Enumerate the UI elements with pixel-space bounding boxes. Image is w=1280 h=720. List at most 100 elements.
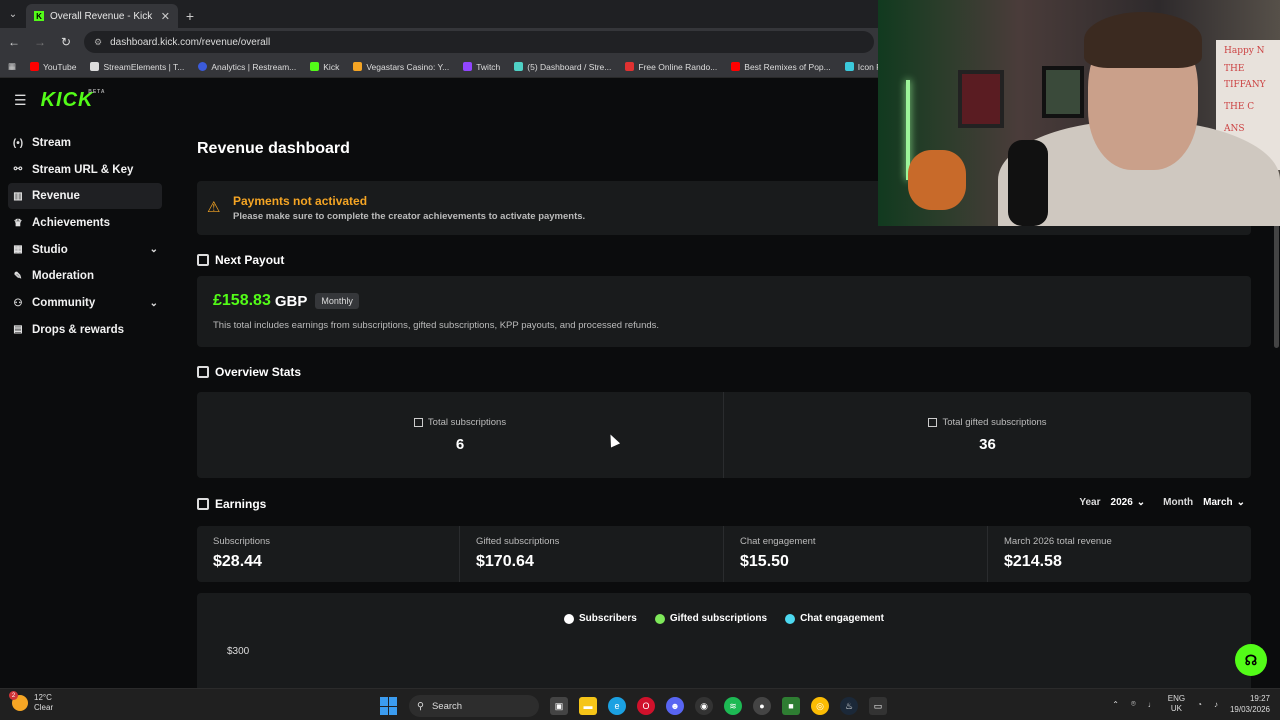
year-label: Year — [1079, 497, 1101, 508]
kick-favicon-icon: K — [34, 11, 44, 21]
earnings-chart-icon — [197, 498, 209, 510]
streamelements-icon — [90, 62, 100, 71]
system-tray: ⌃ ⌾ ♩ ENG UK ◔ ♪ 19:27 19/03/2026 — [1112, 693, 1270, 715]
legend-item-gifted-subscriptions[interactable]: Gifted subscriptions — [654, 613, 767, 624]
sidebar-item-studio[interactable]: ▦ Studio ⌄ — [8, 237, 162, 263]
year-select[interactable]: 2026 ⌄ — [1111, 497, 1146, 508]
clock[interactable]: 19:27 19/03/2026 — [1230, 693, 1270, 715]
support-chat-button[interactable]: ☊ — [1235, 644, 1267, 676]
apps-icon[interactable]: ▦ — [8, 61, 16, 72]
volume-icon[interactable]: ♪ — [1214, 700, 1218, 709]
menu-icon[interactable]: ☰ — [14, 92, 27, 109]
notification-badge: 2 — [9, 691, 18, 700]
plush-toy — [908, 150, 966, 210]
reload-icon[interactable]: ↻ — [58, 35, 74, 49]
random-icon — [625, 62, 635, 71]
spotify-icon[interactable]: ≋ — [724, 697, 742, 715]
kick-icon — [310, 62, 320, 71]
start-button[interactable] — [380, 697, 398, 715]
bookmark-item[interactable]: Analytics | Restream... — [198, 62, 296, 72]
next-payout-card: £158.83 GBP Monthly This total includes … — [197, 276, 1251, 347]
sidebar-item-revenue[interactable]: ▥ Revenue — [8, 183, 162, 210]
sidebar-item-moderation[interactable]: ✎ Moderation — [8, 263, 162, 289]
sidebar-item-community[interactable]: ⚇ Community ⌄ — [8, 290, 162, 316]
discord-icon[interactable]: ☻ — [666, 697, 684, 715]
url-field[interactable]: ⚙ dashboard.kick.com/revenue/overall — [84, 31, 874, 53]
earnings-cards: Subscriptions $28.44 Gifted subscription… — [197, 526, 1251, 582]
browser-tab[interactable]: K Overall Revenue - Kick Dashbo ✕ — [26, 4, 178, 28]
earnings-total-revenue: March 2026 total revenue $214.58 — [1004, 536, 1112, 570]
app-icon[interactable]: ■ — [782, 697, 800, 715]
y-axis-tick: $300 — [227, 646, 250, 657]
windows-taskbar: 2 12°C Clear ⚲ Search ▣ ▬ e O ☻ ◉ ≋ ● ■ ◎… — [0, 688, 1280, 720]
opera-icon[interactable]: O — [637, 697, 655, 715]
new-tab-button[interactable]: + — [178, 4, 202, 28]
steam-icon[interactable]: ♨ — [840, 697, 858, 715]
sidebar-item-stream-url-key[interactable]: ⚯ Stream URL & Key — [8, 157, 162, 183]
bookmark-item[interactable]: Twitch — [463, 62, 500, 72]
close-tab-icon[interactable]: ✕ — [161, 10, 170, 23]
taskbar-search[interactable]: ⚲ Search — [409, 695, 539, 717]
bookmark-item[interactable]: YouTube — [30, 62, 76, 72]
kick-logo[interactable]: KICK BETA — [41, 89, 105, 112]
users-icon: ⚇ — [13, 297, 23, 309]
payout-currency: GBP — [274, 292, 308, 310]
legend-item-chat-engagement[interactable]: Chat engagement — [785, 613, 884, 624]
task-view-icon[interactable]: ▣ — [550, 697, 568, 715]
youtube-icon — [30, 62, 40, 71]
edge-icon[interactable]: e — [608, 697, 626, 715]
payout-amount: £158.83 — [213, 292, 271, 309]
bar-chart-icon — [413, 418, 423, 427]
sidebar-item-achievements[interactable]: ♛ Achievements — [8, 210, 162, 236]
weather-icon: 2 — [9, 691, 28, 711]
chevron-up-icon[interactable]: ⌃ — [1112, 700, 1119, 709]
gift-icon: ▤ — [13, 324, 23, 336]
back-icon[interactable]: ← — [6, 35, 22, 49]
microphone-icon[interactable]: ♩ — [1148, 700, 1156, 709]
stat-total-gifted-subscriptions: Total gifted subscriptions 36 — [724, 392, 1251, 478]
language-indicator[interactable]: ENG UK — [1168, 694, 1185, 714]
sidebar-item-drops-rewards[interactable]: ▤ Drops & rewards — [8, 317, 162, 343]
stat-total-subscriptions: Total subscriptions 6 — [197, 392, 724, 478]
dashboard-icon — [514, 62, 524, 71]
legend-item-subscribers[interactable]: Subscribers — [564, 613, 637, 624]
wifi-icon[interactable]: ◔ — [1197, 700, 1202, 709]
microphone — [1008, 140, 1048, 226]
obs-icon[interactable]: ◉ — [695, 697, 713, 715]
file-explorer-icon[interactable]: ▬ — [579, 697, 597, 715]
chevron-down-icon: ⌄ — [149, 297, 158, 309]
tab-search-icon[interactable]: ⌄ — [0, 0, 26, 28]
bookmark-item[interactable]: Kick — [310, 62, 339, 72]
roulette-icon — [844, 62, 854, 71]
month-select[interactable]: March ⌄ — [1203, 497, 1245, 508]
overview-stats-card: Total subscriptions 6 Total gifted subsc… — [197, 392, 1251, 478]
page-title: Revenue dashboard — [197, 140, 350, 157]
forward-icon[interactable]: → — [32, 35, 48, 49]
bookmark-item[interactable]: Free Online Rando... — [625, 62, 717, 72]
app-icon[interactable]: ● — [753, 697, 771, 715]
bookmark-item[interactable]: (5) Dashboard / Stre... — [514, 62, 611, 72]
bookmark-item[interactable]: StreamElements | T... — [90, 62, 184, 72]
beta-badge: BETA — [88, 88, 106, 95]
earnings-heading: Earnings — [197, 497, 266, 511]
streamer-hair — [1084, 12, 1202, 68]
earnings-gifted-subscriptions: Gifted subscriptions $170.64 — [460, 526, 724, 582]
sidebar-item-stream[interactable]: (•) Stream — [8, 130, 162, 156]
restream-icon — [198, 62, 208, 71]
network-status-icon[interactable]: ⌾ — [1131, 699, 1136, 709]
payout-frequency-badge: Monthly — [315, 293, 359, 309]
bookmark-item[interactable]: Best Remixes of Pop... — [731, 62, 831, 72]
bookmark-item[interactable]: Vegastars Casino: Y... — [353, 62, 449, 72]
weather-widget[interactable]: 2 12°C Clear — [9, 691, 53, 713]
overview-stats-heading: Overview Stats — [197, 365, 301, 379]
sidebar: (•) Stream ⚯ Stream URL & Key ▥ Revenue ♛ Ac… — [8, 130, 162, 344]
chrome-icon[interactable]: ◎ — [811, 697, 829, 715]
app-icon[interactable]: ▭ — [869, 697, 887, 715]
warning-icon: ⚠ — [207, 199, 221, 216]
trophy-icon: ♛ — [13, 217, 23, 229]
chevron-down-icon: ⌄ — [149, 244, 158, 256]
earnings-subscriptions: Subscriptions $28.44 — [197, 526, 460, 582]
wall-frame — [958, 70, 1004, 128]
site-info-icon[interactable]: ⚙ — [94, 37, 102, 48]
stats-icon — [197, 366, 209, 378]
